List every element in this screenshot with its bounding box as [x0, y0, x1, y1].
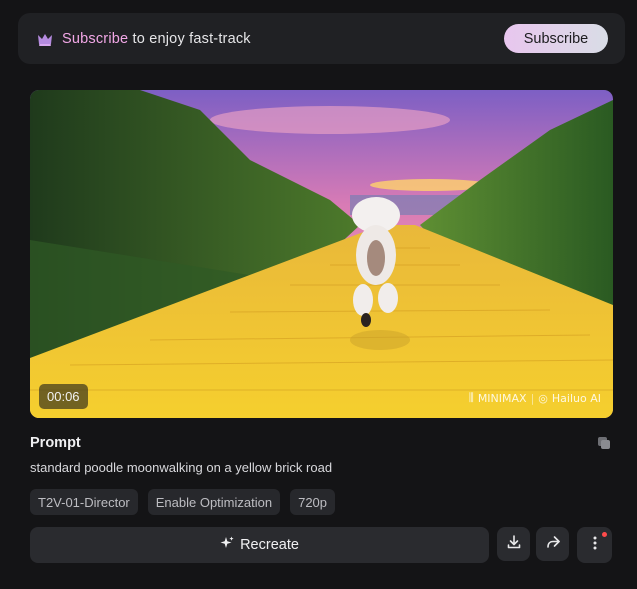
copy-icon[interactable]	[597, 436, 611, 450]
download-button[interactable]	[497, 527, 530, 561]
crown-icon	[36, 30, 54, 48]
subscribe-link[interactable]: Subscribe	[62, 31, 128, 47]
tag-optimization[interactable]: Enable Optimization	[147, 489, 281, 515]
watermark: ⫼ MINIMAX | ◎ Hailuo AI	[469, 391, 601, 405]
hailuo-logo-icon: ◎	[538, 391, 548, 405]
sparkle-icon	[220, 536, 234, 554]
banner-text: to enjoy fast-track	[128, 30, 251, 47]
subscribe-button[interactable]: Subscribe	[504, 24, 608, 53]
share-icon	[545, 534, 561, 555]
prompt-text: standard poodle moonwalking on a yellow …	[30, 460, 333, 475]
more-vertical-icon	[593, 536, 597, 555]
download-icon	[506, 534, 522, 555]
banner-message: Subscribe to enjoy fast-track	[62, 31, 251, 47]
recreate-button[interactable]: Recreate	[30, 527, 489, 563]
video-frame	[30, 90, 613, 418]
more-options-button[interactable]	[577, 527, 612, 563]
tag-resolution[interactable]: 720p	[290, 489, 336, 515]
share-button[interactable]	[536, 527, 569, 561]
video-player[interactable]: 00:06 ⫼ MINIMAX | ◎ Hailuo AI	[30, 90, 613, 418]
recreate-label: Recreate	[240, 537, 299, 553]
tag-list: T2V-01-Director Enable Optimization 720p	[30, 489, 336, 515]
watermark-minimax: MINIMAX	[477, 391, 527, 405]
notification-dot	[602, 532, 607, 537]
video-duration: 00:06	[39, 384, 88, 409]
watermark-hailuo: Hailuo AI	[551, 391, 601, 405]
prompt-title: Prompt	[30, 435, 81, 451]
subscribe-banner: Subscribe to enjoy fast-track Subscribe	[18, 13, 625, 64]
tag-model[interactable]: T2V-01-Director	[30, 489, 138, 515]
divider: |	[530, 391, 535, 405]
minimax-logo-icon: ⫼	[468, 391, 474, 404]
